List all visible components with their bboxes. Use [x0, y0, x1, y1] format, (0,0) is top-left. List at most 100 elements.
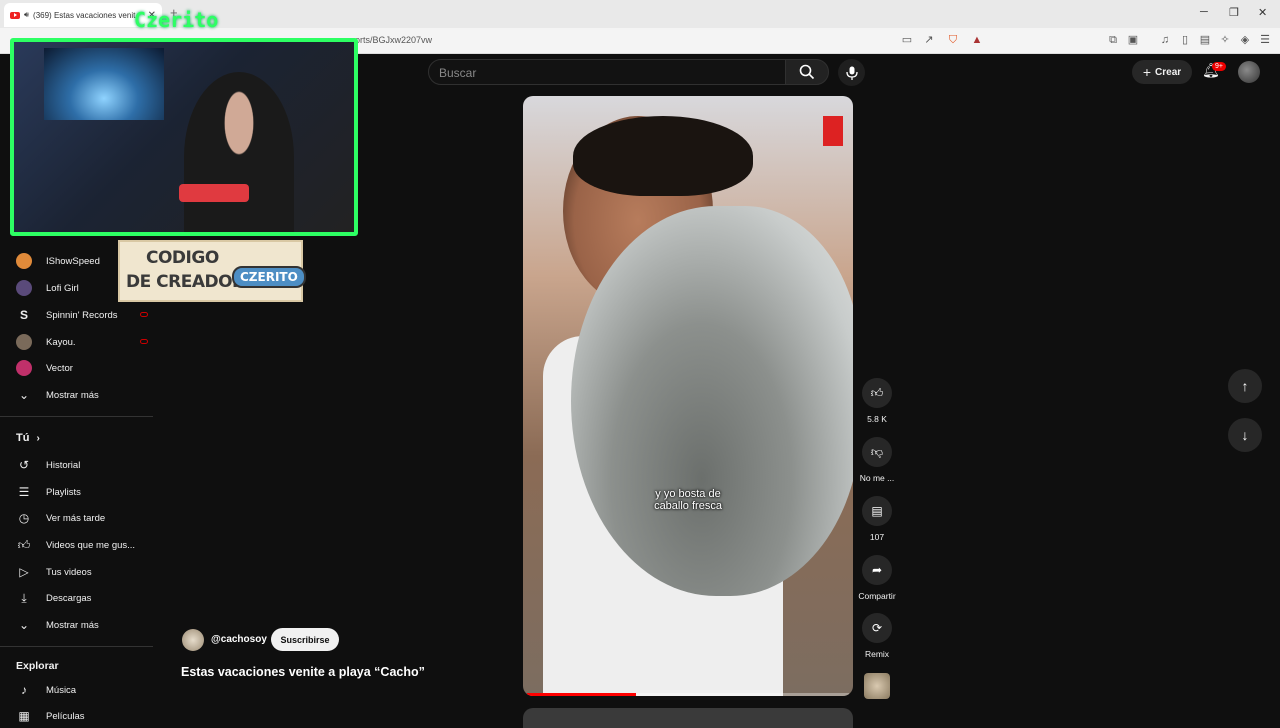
- creator-code-tag: CZERITO: [232, 266, 306, 288]
- video-progress-bar[interactable]: [527, 693, 849, 696]
- close-window-icon[interactable]: ✕: [1258, 6, 1267, 19]
- sidebar-item-watch-later[interactable]: ◷ Ver más tarde: [16, 508, 156, 528]
- create-button[interactable]: + Crear: [1132, 60, 1192, 84]
- live-indicator-icon: [140, 339, 148, 344]
- channel-avatar: [16, 334, 32, 350]
- sidebar-item-label: Videos que me gus...: [46, 539, 136, 551]
- next-short-preview[interactable]: [523, 708, 853, 728]
- video-title[interactable]: Estas vacaciones venite a playa “Cacho”: [181, 665, 425, 679]
- video-bag: [571, 206, 853, 596]
- video-caption: y yo bosta de caballo fresca: [523, 488, 853, 512]
- search-icon: [799, 64, 815, 80]
- tab-manager-icon[interactable]: ▣: [1126, 33, 1140, 47]
- sidebar-item-label: Mostrar más: [46, 619, 99, 631]
- sidebar-item-downloads[interactable]: ⤓ Descargas: [16, 588, 156, 608]
- like-button[interactable]: 👍︎ 5.8 K: [856, 378, 898, 424]
- caption-line: y yo bosta de: [655, 488, 721, 500]
- sidebar-item-liked-videos[interactable]: 👍︎ Videos que me gus...: [16, 535, 156, 555]
- remix-icon: ⟳: [862, 613, 892, 643]
- sidebar-item-label: Ver más tarde: [46, 512, 106, 524]
- share-label: Compartir: [858, 591, 896, 601]
- thumbs-up-icon: 👍︎: [862, 378, 892, 408]
- dislike-button[interactable]: 👎︎ No me ...: [856, 437, 898, 483]
- sidebar-item-label: Tus videos: [46, 566, 92, 578]
- sidebar-item-kayou[interactable]: Kayou.: [16, 332, 156, 352]
- sidebar-item-label: Descargas: [46, 592, 92, 604]
- channel-avatar: [16, 253, 32, 269]
- menu-icon[interactable]: ☰: [1258, 33, 1272, 47]
- share-button[interactable]: ➦ Compartir: [856, 555, 898, 601]
- playlists-icon: ☰: [18, 485, 30, 499]
- sidebar-item-label: Música: [46, 684, 77, 696]
- sidebar-item-movies[interactable]: ▦ Películas: [16, 706, 156, 726]
- sidebar-toggle-icon[interactable]: ▯: [1178, 33, 1192, 47]
- sidebar-show-more-subscriptions[interactable]: ⌄ Mostrar más: [16, 385, 156, 405]
- remix-button[interactable]: ⟳ Remix: [856, 613, 898, 659]
- channel-handle[interactable]: @cachosoy: [211, 634, 267, 645]
- vpn-icon[interactable]: ◈: [1238, 33, 1252, 47]
- film-icon: ▦: [18, 709, 30, 723]
- sidebar-divider: [0, 646, 153, 647]
- sidebar-item-your-videos[interactable]: ▷ Tus videos: [16, 562, 156, 582]
- sidebar-show-more-you[interactable]: ⌄ Mostrar más: [16, 615, 156, 635]
- sidebar-item-label: Spinnin' Records: [46, 309, 118, 321]
- video-hair: [573, 116, 753, 196]
- sidebar-item-spinnin-records[interactable]: S Spinnin' Records: [16, 305, 156, 325]
- speaker-icon[interactable]: 🔊︎: [24, 10, 29, 20]
- history-icon: ↺: [18, 458, 30, 472]
- wallet-icon[interactable]: ▤: [1198, 33, 1212, 47]
- notifications-badge: 9+: [1212, 62, 1226, 71]
- share-page-icon[interactable]: ↗: [922, 33, 936, 47]
- comments-button[interactable]: ▤ 107: [856, 496, 898, 542]
- remix-label: Remix: [864, 649, 890, 659]
- subscribe-button[interactable]: Suscribirse: [271, 628, 339, 651]
- sidebar-item-playlists[interactable]: ☰ Playlists: [16, 482, 156, 502]
- rewards-icon[interactable]: ▲: [970, 33, 984, 47]
- sidebar-item-music[interactable]: ♪ Música: [16, 680, 156, 700]
- brave-shield-icon[interactable]: ⛉: [946, 33, 960, 47]
- download-icon: ⤓: [21, 590, 27, 605]
- previous-short-button[interactable]: ↑: [1228, 369, 1262, 403]
- sidebar-item-vector[interactable]: Vector: [16, 358, 156, 378]
- minimize-icon[interactable]: ─: [1200, 6, 1208, 18]
- search-button[interactable]: [785, 59, 829, 85]
- extensions-icon[interactable]: ⧉: [1106, 33, 1120, 47]
- thumbs-up-icon: 👍︎: [17, 537, 31, 552]
- cast-icon[interactable]: ▭: [900, 33, 914, 47]
- sound-avatar[interactable]: [864, 673, 890, 699]
- creator-code-line1: CODIGO: [146, 248, 219, 268]
- webcam-streamer: [184, 72, 294, 232]
- sidebar-item-label: Mostrar más: [46, 389, 99, 401]
- you-heading-label: Tú: [16, 432, 30, 444]
- webcam-background-monitor: [44, 48, 164, 120]
- channel-avatar: [16, 360, 32, 376]
- leo-ai-icon[interactable]: ✧: [1218, 33, 1232, 47]
- tab-title: (369) Estas vacaciones venit: [33, 10, 136, 20]
- youtube-favicon-icon: [10, 11, 20, 19]
- creator-code-line2: DE CREADOR: [126, 272, 245, 292]
- create-label: Crear: [1155, 66, 1182, 78]
- arrow-up-icon: ↑: [1241, 378, 1249, 394]
- sidebar-you-heading[interactable]: Tú ›: [16, 432, 40, 444]
- creator-code-banner: CODIGO DE CREADOR CZERITO: [118, 240, 306, 302]
- account-avatar[interactable]: [1238, 61, 1260, 83]
- video-icon: ▷: [19, 565, 29, 579]
- sidebar-item-history[interactable]: ↺ Historial: [16, 455, 156, 475]
- sidebar-explore-heading: Explorar: [16, 660, 59, 672]
- music-icon: ♪: [21, 683, 27, 697]
- thumbs-down-icon: 👎︎: [862, 437, 892, 467]
- voice-search-button[interactable]: [838, 59, 865, 86]
- dislike-label: No me ...: [859, 473, 895, 483]
- chevron-down-icon: ⌄: [18, 388, 30, 402]
- next-short-button[interactable]: ↓: [1228, 418, 1262, 452]
- sidebar-item-label: Historial: [46, 459, 81, 471]
- channel-avatar[interactable]: [182, 629, 204, 651]
- media-icon[interactable]: ♫: [1158, 33, 1172, 47]
- microphone-icon: [845, 66, 858, 80]
- short-video-player[interactable]: y yo bosta de caballo fresca: [523, 96, 853, 696]
- url-text[interactable]: orts/BGJxw2207vw: [355, 35, 432, 45]
- search-input[interactable]: Buscar: [428, 59, 786, 85]
- plus-icon: +: [1142, 64, 1152, 80]
- live-indicator-icon: [140, 312, 148, 317]
- maximize-icon[interactable]: ❐: [1229, 6, 1239, 19]
